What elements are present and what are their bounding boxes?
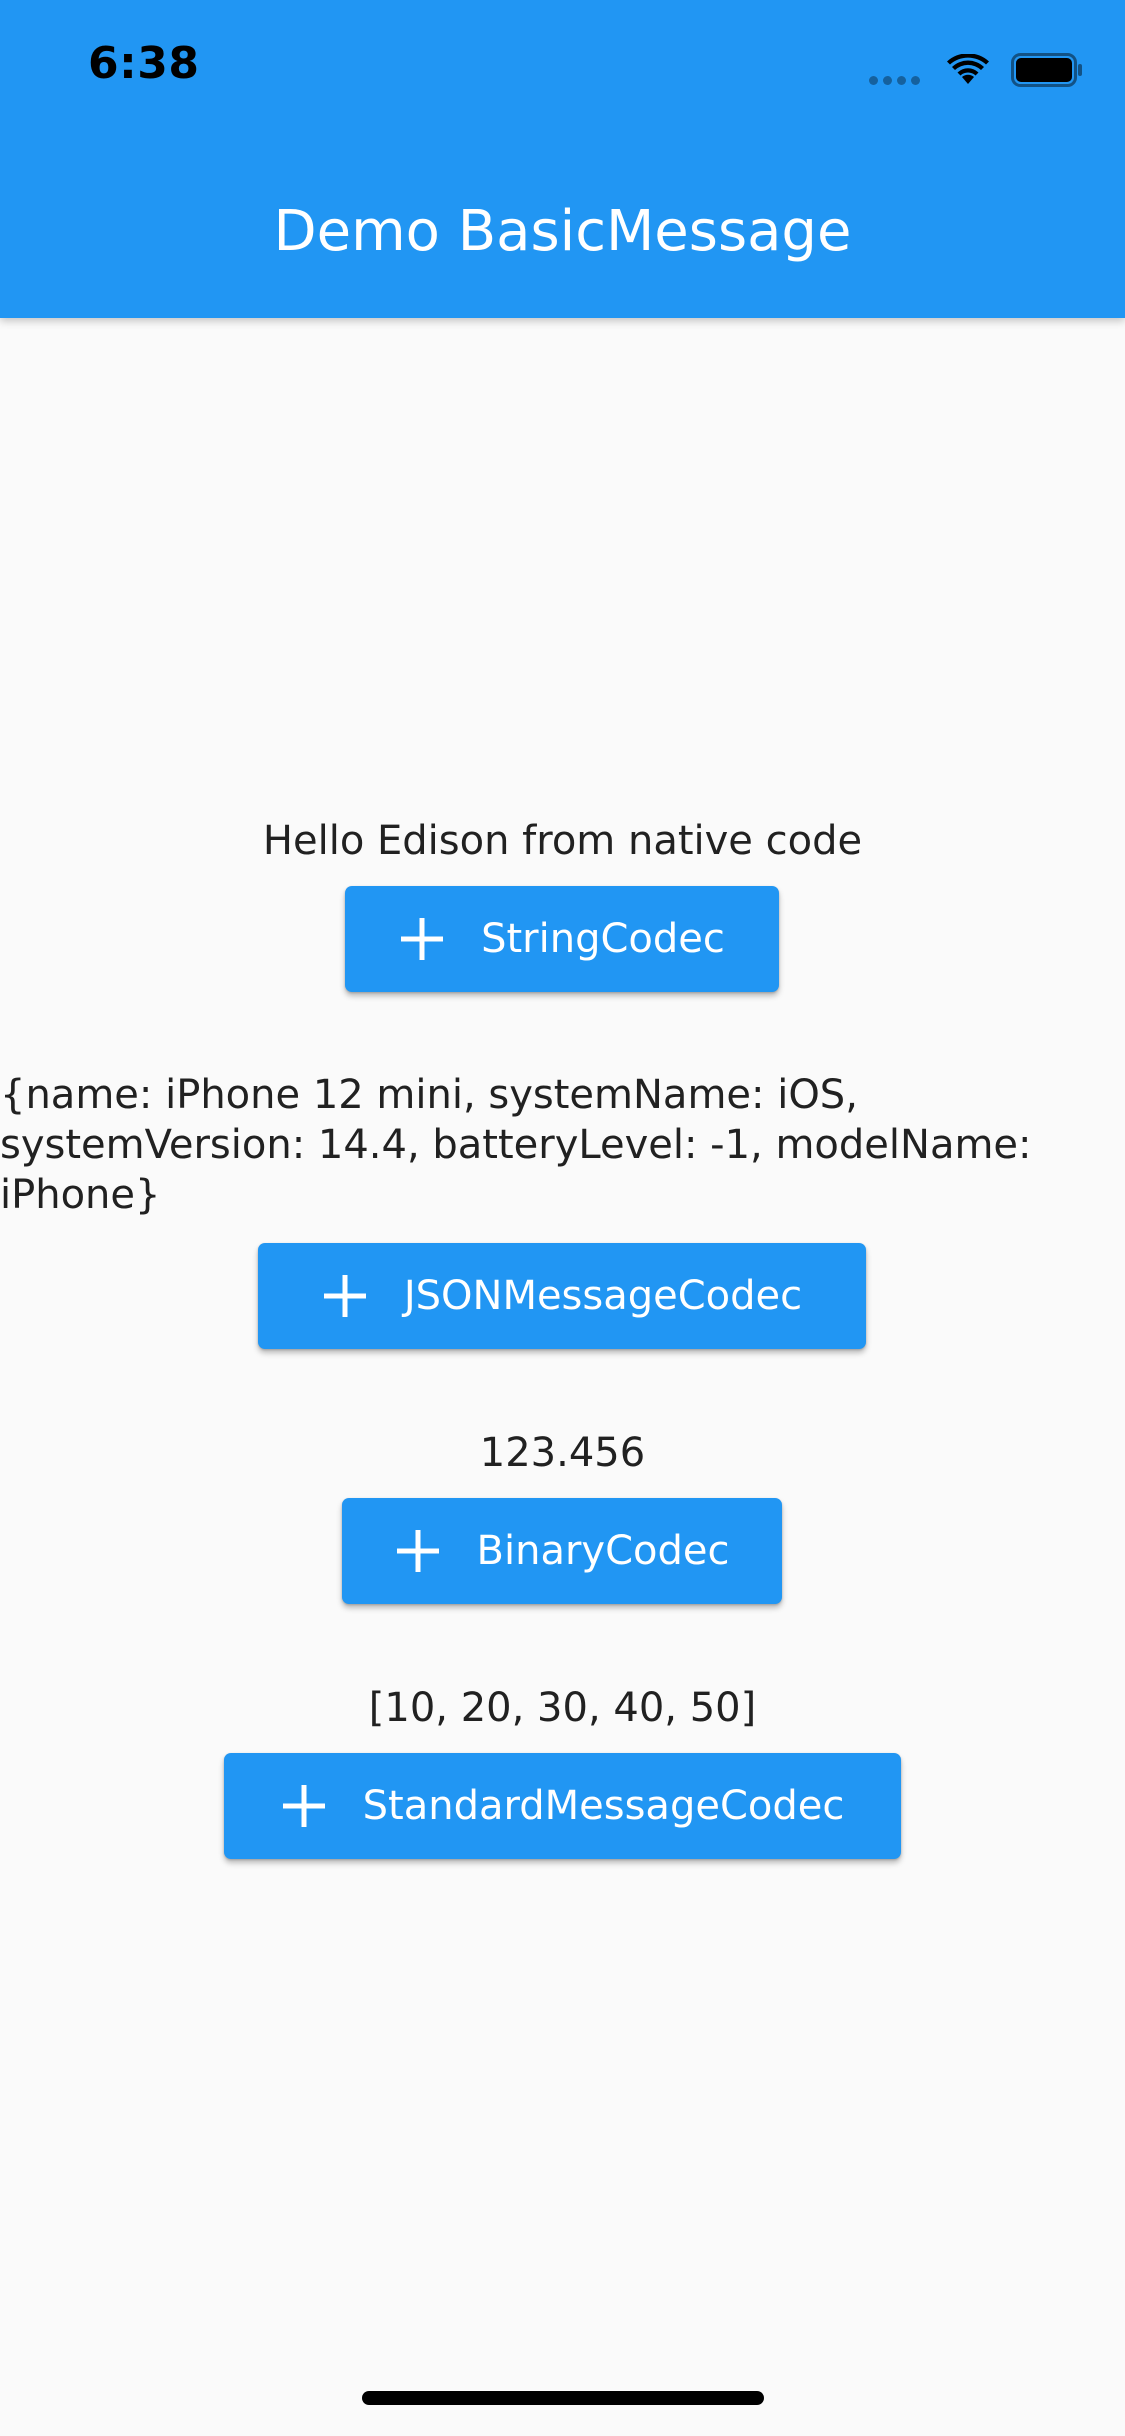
- app-screen: 6:38 Demo BasicMessage Hello Edison from…: [0, 0, 1125, 2436]
- plus-icon: [396, 1530, 439, 1572]
- status-time: 6:38: [88, 38, 200, 89]
- status-icons: [869, 52, 1083, 88]
- binary-codec-result: 123.456: [479, 1430, 646, 1476]
- plus-icon: [401, 918, 444, 960]
- app-bar: 6:38 Demo BasicMessage: [0, 0, 1125, 318]
- plus-icon: [323, 1275, 366, 1317]
- standard-codec-result: [10, 20, 30, 40, 50]: [368, 1685, 757, 1731]
- binary-codec-button[interactable]: BinaryCodec: [342, 1498, 782, 1604]
- string-codec-result: Hello Edison from native code: [262, 818, 863, 864]
- json-codec-button[interactable]: JSONMessageCodec: [258, 1243, 866, 1349]
- battery-icon: [1011, 53, 1082, 87]
- cellular-signal-icon: [869, 55, 925, 85]
- plus-icon: [282, 1785, 325, 1827]
- string-codec-button[interactable]: StringCodec: [345, 886, 779, 992]
- standard-codec-button-label: StandardMessageCodec: [362, 1783, 845, 1829]
- binary-codec-button-label: BinaryCodec: [476, 1528, 730, 1574]
- json-codec-result: {name: iPhone 12 mini, systemName: iOS, …: [0, 1072, 1032, 1218]
- string-codec-button-label: StringCodec: [481, 916, 725, 962]
- standard-codec-button[interactable]: StandardMessageCodec: [224, 1753, 901, 1859]
- page-title: Demo BasicMessage: [273, 199, 852, 264]
- home-indicator[interactable]: [362, 2391, 764, 2405]
- wifi-icon: [947, 54, 989, 84]
- json-codec-button-label: JSONMessageCodec: [403, 1273, 803, 1319]
